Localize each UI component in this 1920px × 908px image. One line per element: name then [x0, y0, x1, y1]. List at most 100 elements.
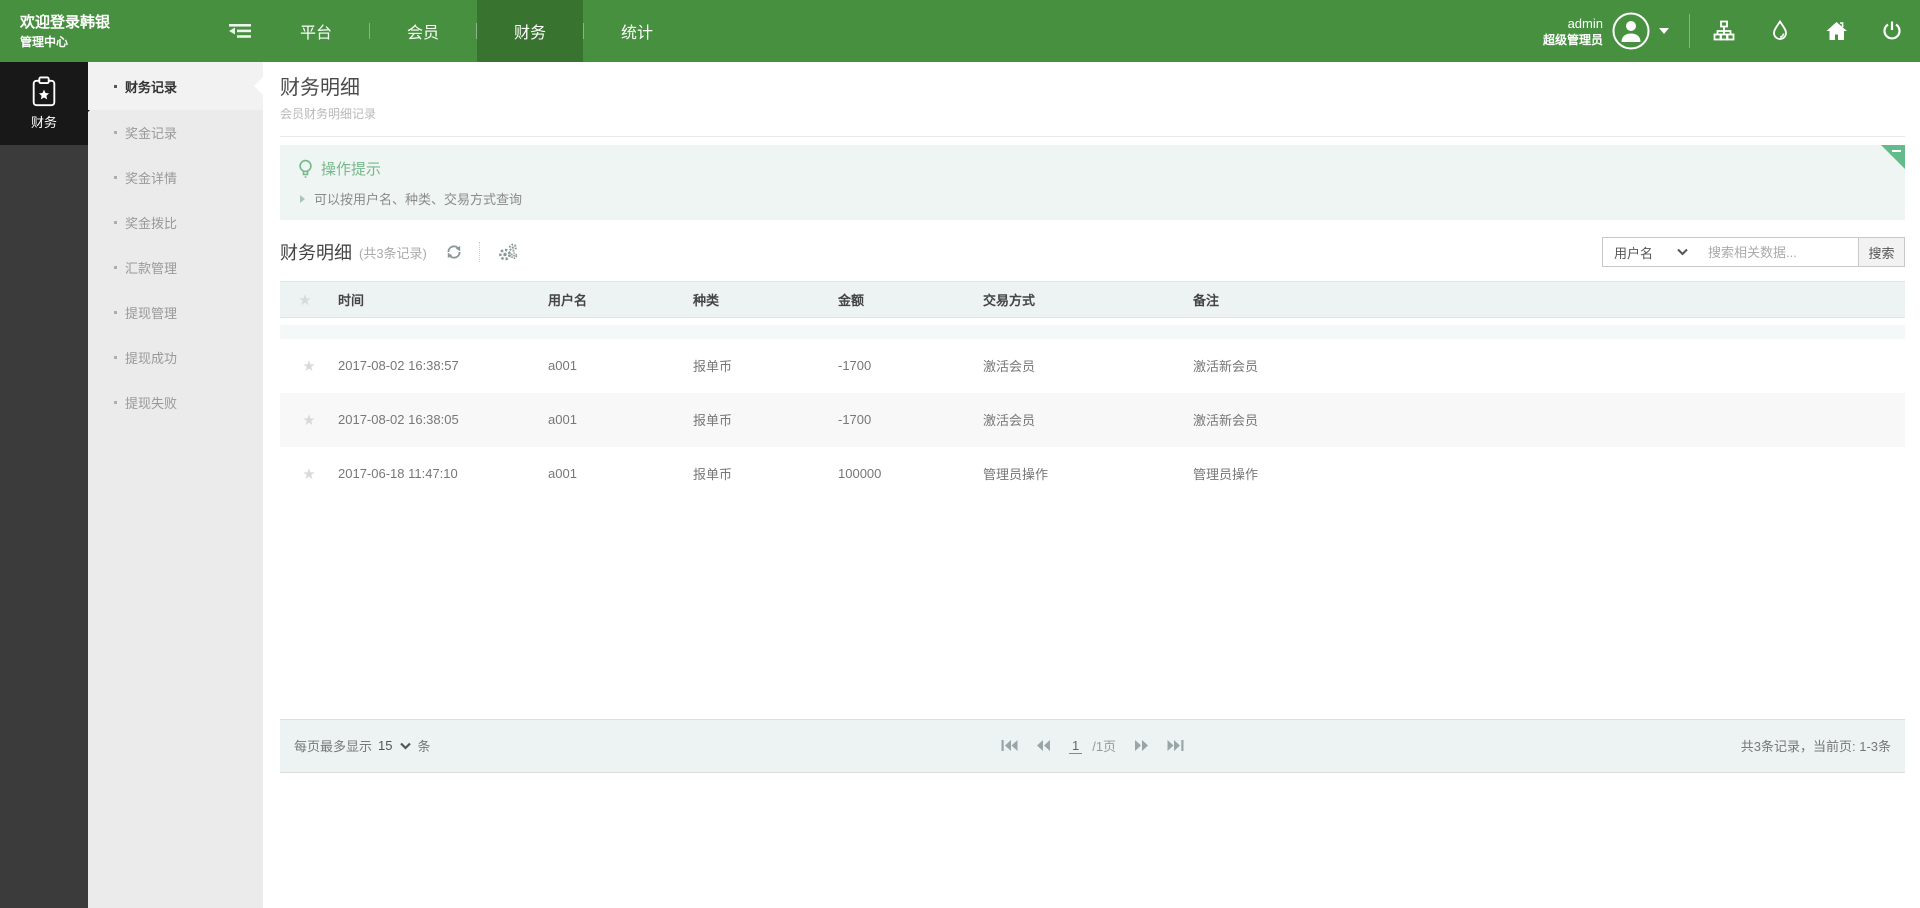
col-header-method[interactable]: 交易方式 [975, 281, 1185, 318]
table-row[interactable]: ★ 2017-06-18 11:47:10 a001 报单币 100000 管理… [280, 447, 1905, 501]
stripe-row [280, 324, 1905, 339]
cell-remark: 管理员操作 [1193, 467, 1259, 482]
nav-item-platform[interactable]: 平台 [263, 0, 369, 62]
cell-method: 激活会员 [983, 359, 1036, 374]
topbar: 欢迎登录韩银 管理中心 平台 会员 财务 统计 admin 超级管理员 [0, 0, 1920, 62]
bullet-icon [114, 176, 117, 179]
welcome-subtitle: 管理中心 [20, 34, 69, 49]
toolbar-left: 财务明细 (共3条记录) [280, 239, 518, 265]
search-field-value: 用户名 [1613, 245, 1653, 261]
col-header-remark[interactable]: 备注 [1185, 281, 1905, 318]
nav-item-members[interactable]: 会员 [370, 0, 476, 62]
sidebar-item-label: 提现管理 [125, 306, 178, 321]
active-notch [254, 77, 263, 95]
home-icon[interactable] [1808, 0, 1864, 62]
cell-method: 激活会员 [975, 392, 1185, 447]
next-page-icon[interactable] [1134, 739, 1149, 752]
cell-time: 2017-08-02 16:38:05 [330, 392, 540, 447]
finance-table: ★ 时间 用户名 种类 金额 交易方式 备注 ★ 2017-08-02 16:3… [280, 281, 1905, 501]
col-header-time[interactable]: 时间 [330, 281, 540, 318]
cell-type: 报单币 [693, 359, 733, 374]
sidebar-item-label: 奖金记录 [125, 126, 178, 141]
bullet-icon [114, 221, 117, 224]
bullet-icon [114, 401, 117, 404]
sidebar-item-bonus-ratio[interactable]: 奖金拨比 [88, 200, 263, 245]
search-field-select[interactable]: 用户名 [1603, 238, 1700, 266]
main-nav: 平台 会员 财务 统计 [263, 0, 690, 62]
table-empty-space [280, 501, 1905, 719]
table-title: 财务明细 [280, 243, 352, 263]
star-icon[interactable]: ★ [302, 412, 315, 429]
toolbar-divider [478, 242, 480, 262]
cell-remark: 激活新会员 [1193, 359, 1259, 374]
prev-page-icon[interactable] [1036, 739, 1051, 752]
tips-panel: 操作提示 可以按用户名、种类、交易方式查询 [280, 145, 1905, 220]
page-subtitle: 会员财务明细记录 [280, 107, 377, 121]
bullet-icon [114, 266, 117, 269]
table-toolbar: 财务明细 (共3条记录) 用户名 搜索相关数据... 搜索 [280, 236, 1905, 268]
bullet-icon [114, 131, 117, 134]
cell-amount: 100000 [838, 466, 882, 481]
sidebar-item-bonus-records[interactable]: 奖金记录 [88, 110, 263, 155]
tips-item: 可以按用户名、种类、交易方式查询 [298, 189, 1887, 208]
minus-icon [1892, 150, 1901, 152]
col-header-amount[interactable]: 金额 [830, 281, 975, 318]
page-size-select[interactable]: 15 [378, 738, 412, 753]
star-header-icon[interactable]: ★ [298, 292, 311, 309]
table-count: (共3条记录) [359, 245, 427, 261]
sidebar-item-withdraw-failed[interactable]: 提现失败 [88, 380, 263, 425]
table-row[interactable]: ★ 2017-08-02 16:38:05 a001 报单币 -1700 激活会… [280, 392, 1905, 447]
page-size-prefix: 每页最多显示 [294, 739, 373, 754]
sidebar-item-label: 奖金详情 [125, 171, 178, 186]
chevron-down-icon[interactable] [1659, 28, 1669, 34]
settings-gears-icon[interactable] [498, 242, 518, 262]
first-page-icon[interactable] [1001, 739, 1018, 752]
star-icon[interactable]: ★ [302, 466, 315, 483]
cell-type: 报单币 [693, 467, 733, 482]
sidebar-menu: 财务记录 奖金记录 奖金详情 奖金拨比 汇款管理 提现管理 提现成功 提现失败 [88, 62, 263, 908]
theme-ink-icon[interactable] [1752, 0, 1808, 62]
col-header-type[interactable]: 种类 [685, 281, 830, 318]
table-row[interactable]: ★ 2017-08-02 16:38:57 a001 报单币 -1700 激活会… [280, 339, 1905, 393]
user-menu[interactable]: admin 超级管理员 [1543, 0, 1683, 62]
search-bar: 用户名 搜索 [1601, 237, 1905, 267]
sidebar-item-label: 提现成功 [125, 351, 178, 366]
cell-username: a001 [540, 392, 685, 447]
chevron-down-icon [1677, 248, 1688, 256]
star-icon[interactable]: ★ [302, 358, 315, 375]
sidebar-item-finance-records[interactable]: 财务记录 [88, 62, 263, 110]
avatar-icon[interactable] [1612, 12, 1650, 50]
search-input[interactable] [1700, 238, 1858, 266]
page-size-suffix: 条 [417, 739, 431, 754]
bullet-icon [114, 311, 117, 314]
sidebar-item-remittance-mgmt[interactable]: 汇款管理 [88, 245, 263, 290]
cell-type: 报单币 [685, 392, 830, 447]
page-size-control: 每页最多显示 15 条 [294, 736, 1001, 755]
cell-username: a001 [548, 466, 577, 481]
sidebar-module-finance[interactable]: 财务 [0, 62, 96, 145]
col-header-username[interactable]: 用户名 [540, 281, 685, 318]
power-icon[interactable] [1864, 0, 1920, 62]
sidebar-item-bonus-details[interactable]: 奖金详情 [88, 155, 263, 200]
sitemap-icon[interactable] [1696, 0, 1752, 62]
sidebar-collapse-icon[interactable] [227, 18, 253, 44]
sidebar-item-withdraw-success[interactable]: 提现成功 [88, 335, 263, 380]
sidebar-item-label: 财务记录 [125, 79, 178, 95]
refresh-icon[interactable] [445, 243, 463, 261]
cell-time: 2017-08-02 16:38:57 [338, 358, 459, 373]
page-total-label: /1页 [1092, 739, 1117, 754]
search-button[interactable]: 搜索 [1858, 238, 1904, 266]
nav-item-finance[interactable]: 财务 [477, 0, 583, 62]
page-title: 财务明细 [280, 77, 360, 99]
last-page-icon[interactable] [1167, 739, 1184, 752]
content-area: 财务明细 会员财务明细记录 操作提示 可以按用户名、种类、交易方式查询 财务明细… [263, 62, 1920, 908]
topbar-brand: 欢迎登录韩银 管理中心 [0, 0, 263, 62]
page-size-value: 15 [378, 738, 393, 753]
nav-item-statistics[interactable]: 统计 [584, 0, 690, 62]
user-name: admin [1567, 15, 1603, 31]
tips-collapse-fold[interactable] [1881, 145, 1905, 169]
current-page[interactable]: 1 [1068, 738, 1083, 754]
sidebar-item-withdraw-mgmt[interactable]: 提现管理 [88, 290, 263, 335]
tips-item-text: 可以按用户名、种类、交易方式查询 [314, 192, 523, 207]
